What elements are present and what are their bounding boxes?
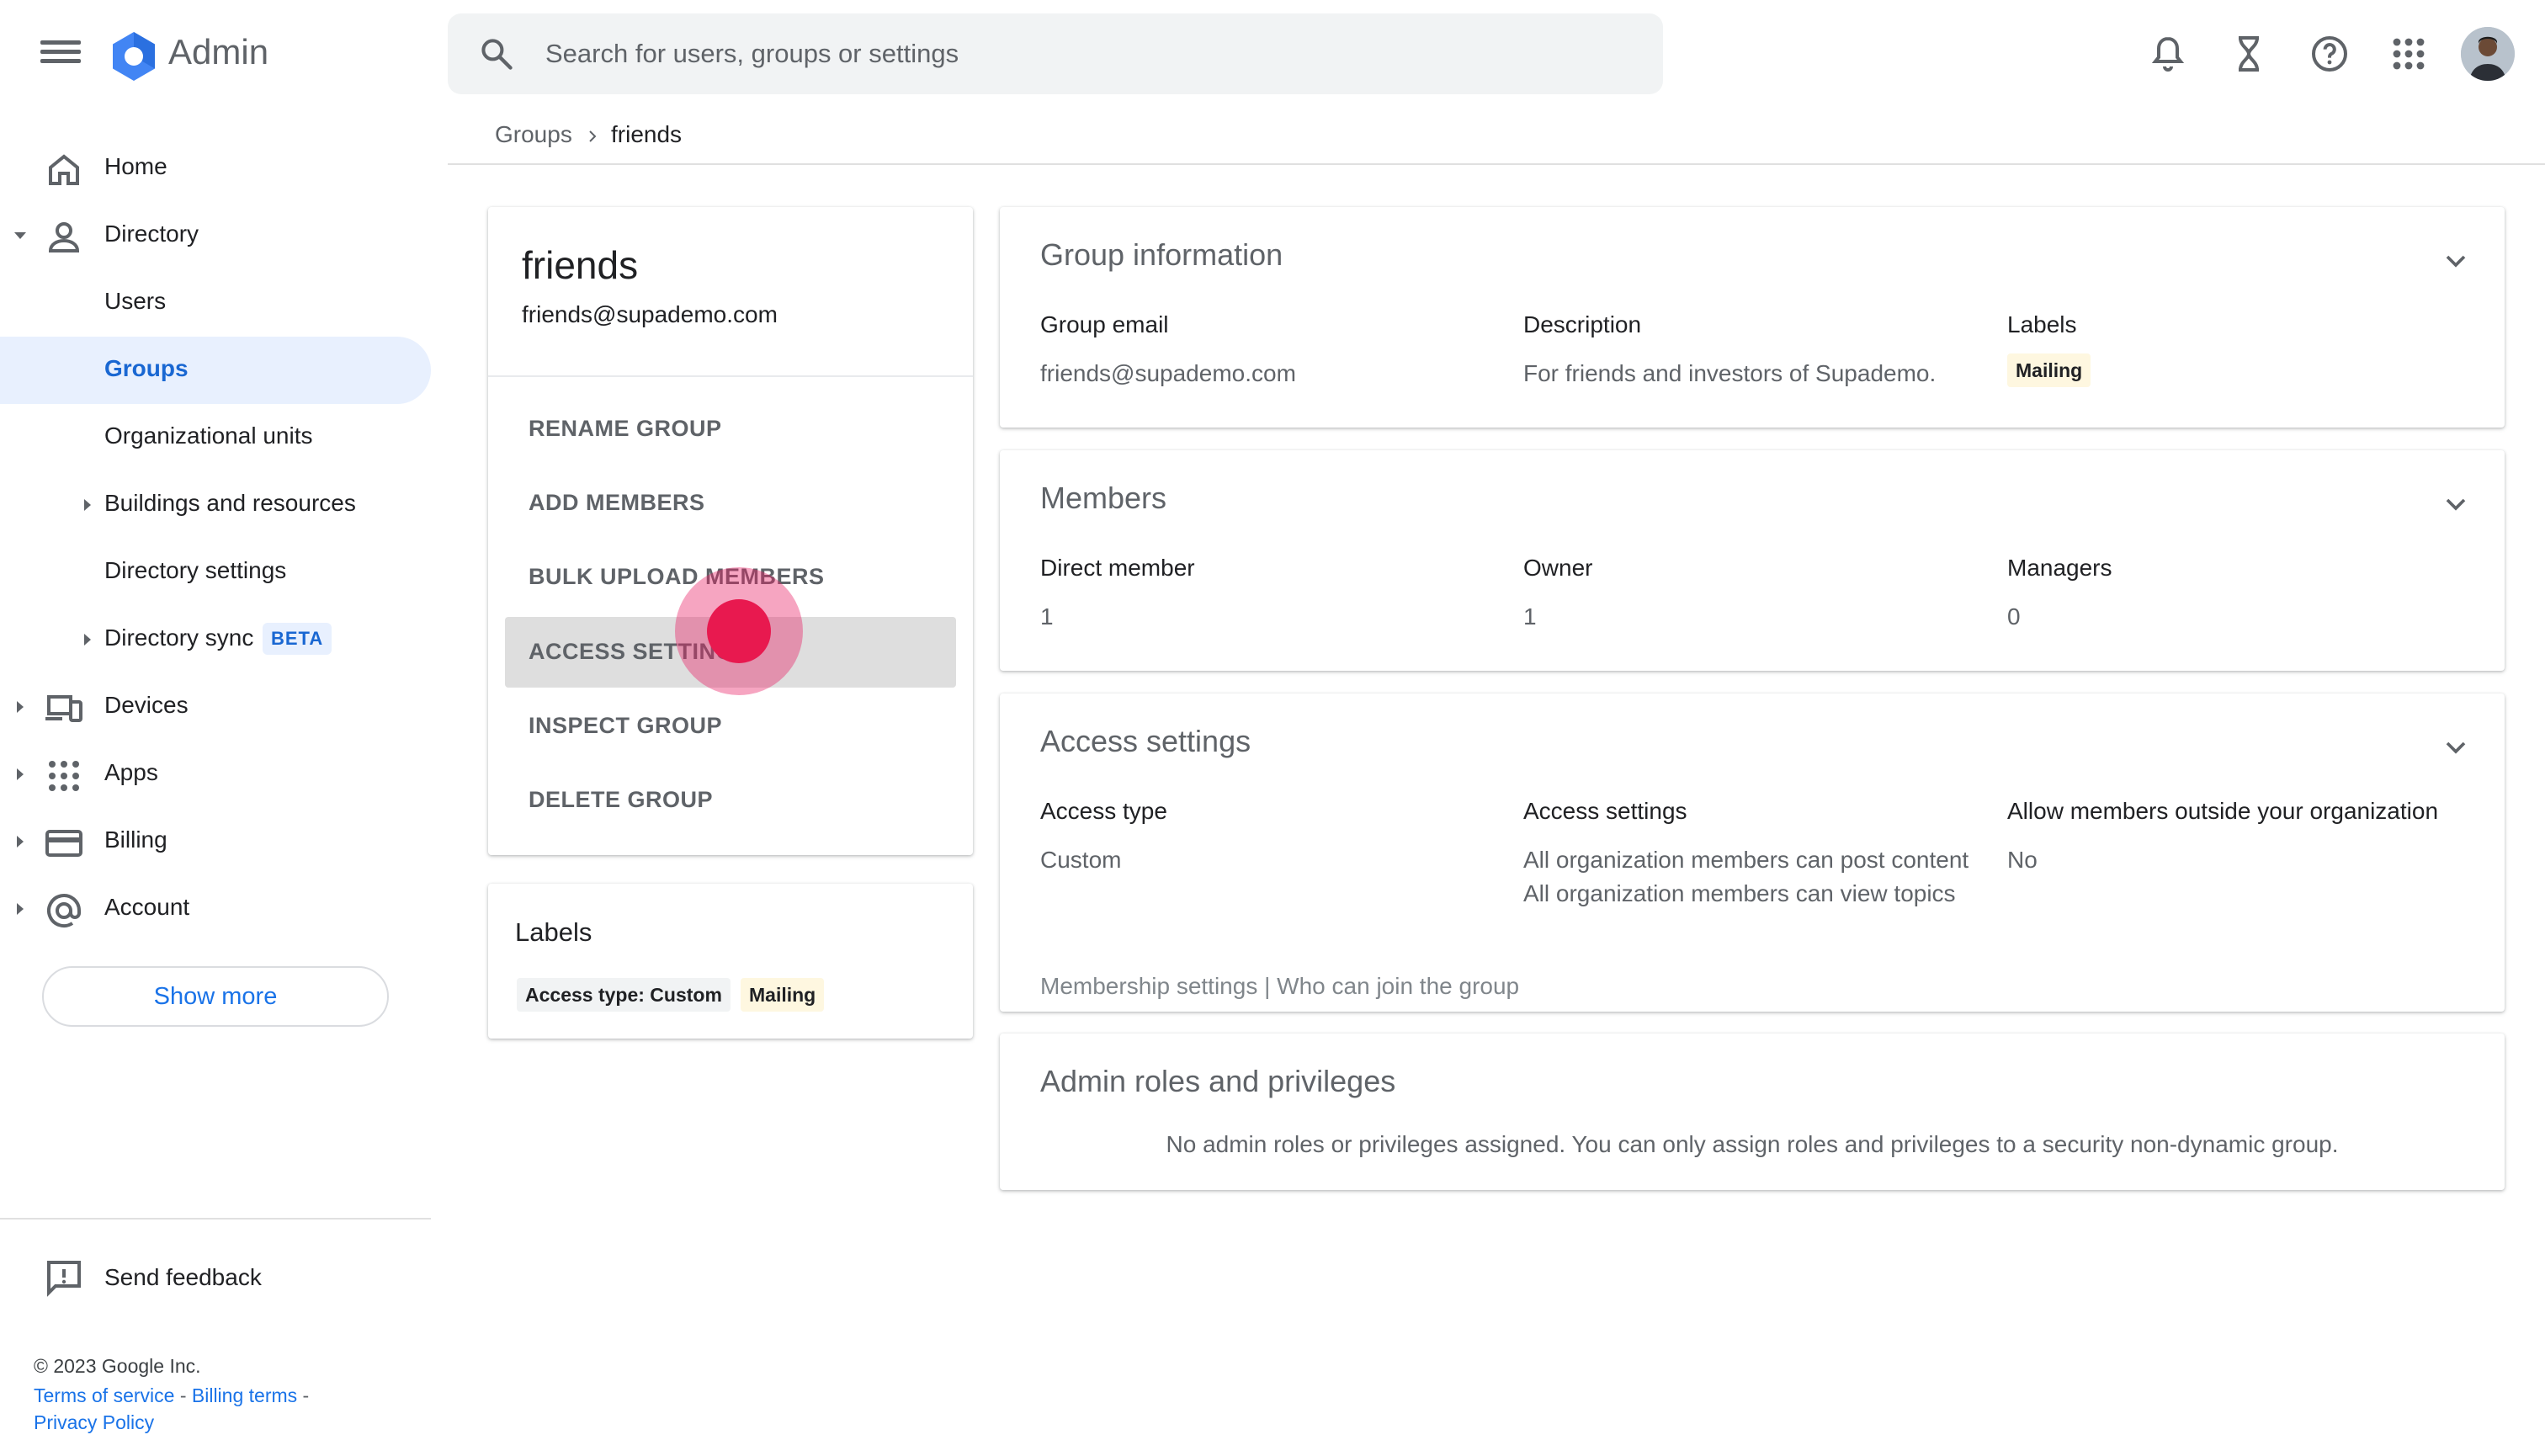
section-title: Group information <box>1040 237 1283 272</box>
bell-icon[interactable] <box>2148 34 2188 74</box>
privacy-policy-link[interactable]: Privacy Policy <box>34 1411 154 1433</box>
caret-right-icon[interactable] <box>79 631 96 648</box>
sidebar-item-apps[interactable]: Apps <box>0 741 431 808</box>
section-title: Admin roles and privileges <box>1040 1064 1396 1098</box>
sidebar-item-devices[interactable]: Devices <box>0 673 431 741</box>
access-settings-card[interactable]: Access settings Access type Custom Acces… <box>1000 693 2505 1012</box>
apps-grid-icon <box>49 761 79 791</box>
search-placeholder: Search for users, groups or settings <box>545 39 959 68</box>
menu-icon[interactable] <box>37 35 84 74</box>
sidebar-item-organizational-units[interactable]: Organizational units <box>0 404 431 471</box>
labels-card: Labels Access type: Custom Mailing <box>488 884 973 1039</box>
click-indicator-dot <box>707 599 771 663</box>
at-sign-icon <box>47 894 81 928</box>
sidebar-item-home[interactable]: Home <box>0 135 431 202</box>
billing-card-icon <box>45 830 82 857</box>
owner-count: 1 <box>1523 603 1537 630</box>
label-chip-access-type: Access type: Custom <box>517 978 731 1012</box>
group-email-label: Group email <box>1040 311 1169 337</box>
search-icon <box>481 39 513 70</box>
labels-title: Labels <box>515 917 592 947</box>
section-title: Members <box>1040 481 1167 515</box>
access-type-value: Custom <box>1040 847 1122 873</box>
sidebar-item-account[interactable]: Account <box>0 875 431 943</box>
chevron-down-icon[interactable] <box>2439 244 2473 278</box>
send-feedback-button[interactable]: Send feedback <box>0 1246 431 1313</box>
brand-name[interactable]: Admin <box>168 32 268 72</box>
group-card: friends friends@supademo.com RENAME GROU… <box>488 207 973 855</box>
top-bar: Admin Search for users, groups or settin… <box>0 0 2545 109</box>
caret-right-icon[interactable] <box>12 766 29 783</box>
admin-roles-message: No admin roles or privileges assigned. Y… <box>1166 1131 2339 1157</box>
managers-label: Managers <box>2007 555 2112 581</box>
sidebar-item-billing[interactable]: Billing <box>0 808 431 875</box>
outside-members-label: Allow members outside your organization <box>2007 798 2439 824</box>
help-icon[interactable] <box>2309 34 2350 74</box>
hourglass-icon[interactable] <box>2229 34 2269 74</box>
chevron-down-icon[interactable] <box>2439 487 2473 521</box>
admin-logo-icon[interactable] <box>108 30 160 82</box>
labels-label: Labels <box>2007 311 2077 337</box>
admin-roles-card: Admin roles and privileges No admin role… <box>1000 1034 2505 1190</box>
caret-right-icon[interactable] <box>12 901 29 917</box>
section-title: Access settings <box>1040 724 1251 758</box>
description-value: For friends and investors of Supademo. <box>1523 360 1937 386</box>
sidebar-item-users[interactable]: Users <box>0 269 431 337</box>
sidebar-item-groups[interactable]: Groups <box>0 337 431 404</box>
terms-of-service-link[interactable]: Terms of service <box>34 1384 174 1406</box>
person-icon <box>48 222 80 252</box>
label-chip-mailing: Mailing <box>2007 353 2091 387</box>
outside-members-value: No <box>2007 847 2038 873</box>
caret-right-icon[interactable] <box>79 497 96 513</box>
group-name: friends <box>522 243 639 287</box>
owner-label: Owner <box>1523 555 1593 581</box>
add-members-button[interactable]: ADD MEMBERS <box>505 468 956 539</box>
group-email-value: friends@supademo.com <box>1040 360 1296 386</box>
description-label: Description <box>1523 311 1642 337</box>
legal-separator: - <box>174 1384 192 1406</box>
sidebar-item-buildings-and-resources[interactable]: Buildings and resources <box>0 471 431 539</box>
search-input[interactable]: Search for users, groups or settings <box>448 13 1663 94</box>
access-settings-label: Access settings <box>1523 798 1687 824</box>
managers-count: 0 <box>2007 603 2021 630</box>
divider <box>488 375 973 377</box>
access-setting-post: All organization members can post conten… <box>1523 847 1969 873</box>
members-card[interactable]: Members Direct member 1 Owner 1 Managers… <box>1000 450 2505 671</box>
chevron-right-icon <box>589 130 597 142</box>
devices-icon <box>45 695 82 722</box>
caret-right-icon[interactable] <box>12 833 29 850</box>
group-information-card[interactable]: Group information Group email friends@su… <box>1000 207 2505 428</box>
caret-down-icon[interactable] <box>12 227 29 244</box>
legal-separator: - <box>297 1384 310 1406</box>
inspect-group-button[interactable]: INSPECT GROUP <box>505 691 956 762</box>
access-settings-value: All organization members can post conten… <box>1523 843 1969 911</box>
feedback-icon <box>47 1261 81 1297</box>
sidebar-divider <box>0 1218 431 1220</box>
copyright: © 2023 Google Inc. <box>34 1355 201 1377</box>
sidebar-item-directory[interactable]: Directory <box>0 202 431 269</box>
direct-member-label: Direct member <box>1040 555 1195 581</box>
beta-badge: BETA <box>263 623 332 655</box>
home-icon <box>49 154 79 185</box>
avatar[interactable] <box>2461 27 2515 81</box>
rename-group-button[interactable]: RENAME GROUP <box>505 394 956 465</box>
breadcrumb: Groups friends <box>448 109 2545 165</box>
billing-terms-link[interactable]: Billing terms <box>192 1384 297 1406</box>
access-type-label: Access type <box>1040 798 1167 824</box>
access-setting-view: All organization members can view topics <box>1523 880 1956 906</box>
legal-links: Terms of service - Billing terms - Priva… <box>34 1382 404 1436</box>
breadcrumb-current: friends <box>611 121 683 147</box>
label-chip-mailing: Mailing <box>741 978 825 1012</box>
caret-right-icon[interactable] <box>12 699 29 715</box>
membership-settings-text: Membership settings | Who can join the g… <box>1040 973 1520 999</box>
group-email: friends@supademo.com <box>522 301 778 327</box>
show-more-button[interactable]: Show more <box>42 966 389 1027</box>
sidebar-item-directory-settings[interactable]: Directory settings <box>0 539 431 606</box>
apps-grid-icon[interactable] <box>2388 34 2429 74</box>
direct-member-count: 1 <box>1040 603 1054 630</box>
delete-group-button[interactable]: DELETE GROUP <box>505 765 956 836</box>
breadcrumb-groups[interactable]: Groups <box>495 121 572 148</box>
sidebar-item-directory-sync[interactable]: Directory sync BETA <box>0 606 431 673</box>
chevron-down-icon[interactable] <box>2439 731 2473 764</box>
